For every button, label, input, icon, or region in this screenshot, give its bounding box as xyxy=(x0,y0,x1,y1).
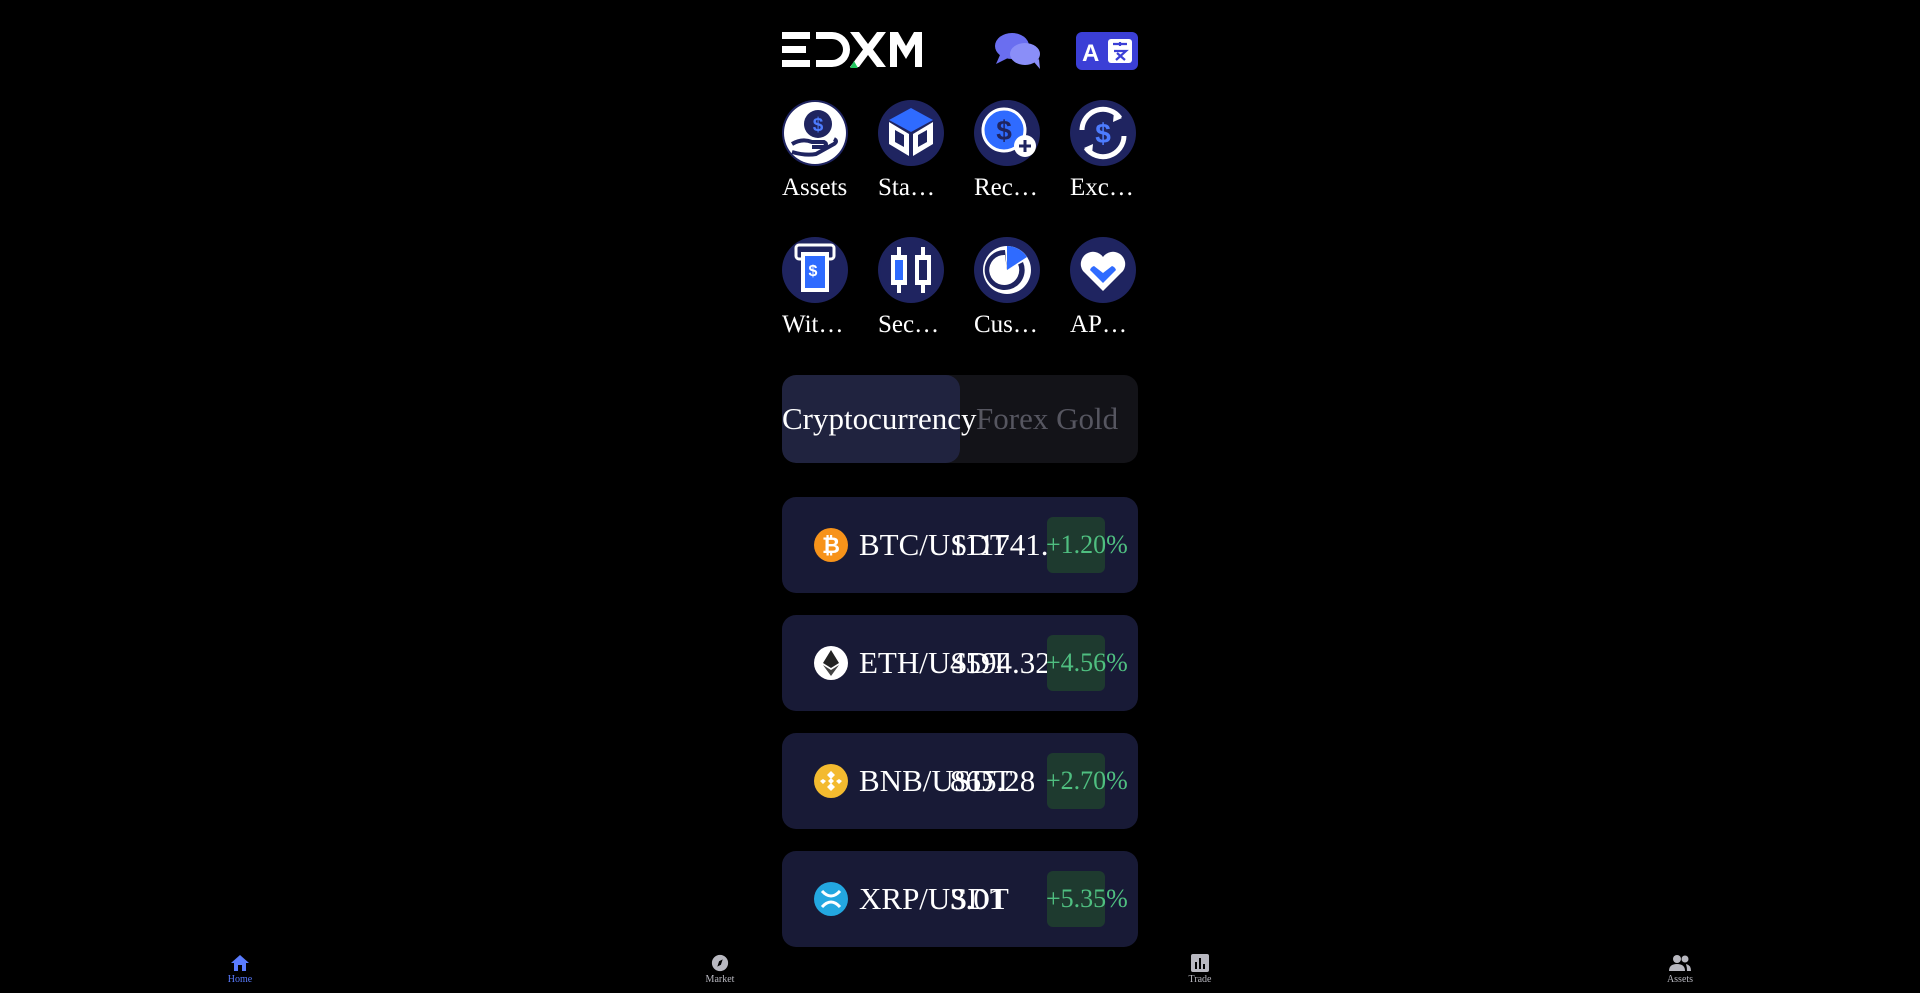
pie-icon xyxy=(974,237,1040,303)
ticker-price: 4594.32 xyxy=(950,645,1050,680)
svg-text:A: A xyxy=(1082,40,1099,67)
menu-label: Wit… xyxy=(782,311,844,338)
menu-label: AP… xyxy=(1070,311,1127,338)
header: A xyxy=(782,28,1138,72)
ethereum-icon xyxy=(814,646,848,680)
compass-icon xyxy=(711,954,729,972)
menu-item-exchange[interactable]: $ Exc… xyxy=(1070,100,1140,210)
menu-item-api[interactable]: AP… xyxy=(1070,237,1140,347)
edxm-logo xyxy=(782,32,922,68)
home-icon xyxy=(231,955,249,971)
tab-label: Cryptocurrency xyxy=(782,401,977,436)
ticker-change: +5.35% xyxy=(1046,884,1128,913)
ticker-row-eth[interactable]: ETH/USDT 4594.32 +4.56% xyxy=(782,615,1138,711)
nav-label: Market xyxy=(705,974,735,985)
withdraw-icon: $ xyxy=(782,237,848,303)
tab-forex-gold[interactable]: Forex Gold xyxy=(976,375,1118,463)
nav-label: Home xyxy=(227,974,253,985)
dollar-plus-icon: $ xyxy=(974,100,1040,166)
tab-cryptocurrency[interactable]: Cryptocurrency xyxy=(782,375,977,463)
xrp-icon xyxy=(814,882,848,916)
menu-label: Sec… xyxy=(878,311,940,338)
ticker-price: 3.01 xyxy=(950,881,1005,916)
ticker-price: 865.28 xyxy=(950,763,1036,798)
menu-item-withdraw[interactable]: $ Wit… xyxy=(782,237,852,347)
ticker-row-btc[interactable]: ₿ BTC/USDT 111741. +1.20% xyxy=(782,497,1138,593)
language-icon[interactable]: A xyxy=(1076,32,1138,70)
tab-label: Forex Gold xyxy=(976,401,1119,436)
bitcoin-icon: ₿ xyxy=(814,528,848,562)
market-tabs: Cryptocurrency Forex Gold xyxy=(782,375,1138,463)
menu-label: Cus… xyxy=(974,311,1038,338)
svg-text:$: $ xyxy=(813,115,824,136)
menu-item-assets[interactable]: $ Assets xyxy=(782,100,852,210)
svg-text:$: $ xyxy=(809,263,818,280)
menu-label: Exc… xyxy=(1070,174,1134,201)
cube-icon xyxy=(878,100,944,166)
bottom-nav: Home Market Trade Assets xyxy=(0,948,1920,993)
nav-label: Trade xyxy=(1188,974,1212,985)
menu-item-security[interactable]: Sec… xyxy=(878,237,948,347)
menu-item-customer-service[interactable]: Cus… xyxy=(974,237,1044,347)
menu-item-recharge[interactable]: $ Rec… xyxy=(974,100,1044,210)
menu-label: Assets xyxy=(782,174,848,201)
ticker-row-xrp[interactable]: XRP/USDT 3.01 +5.35% xyxy=(782,851,1138,947)
bnb-icon xyxy=(814,764,848,798)
menu-label: Rec… xyxy=(974,174,1038,201)
menu-label: Sta… xyxy=(878,174,935,201)
exchange-icon: $ xyxy=(1070,100,1136,166)
ticker-price: 111741. xyxy=(950,527,1049,562)
users-icon xyxy=(1669,955,1691,971)
candlestick-icon xyxy=(878,237,944,303)
ticker-change: +1.20% xyxy=(1046,530,1128,559)
ticker-row-bnb[interactable]: BNB/USDT 865.28 +2.70% xyxy=(782,733,1138,829)
nav-market[interactable]: Market xyxy=(680,954,760,985)
nav-label: Assets xyxy=(1666,974,1694,985)
heart-icon xyxy=(1070,237,1136,303)
svg-text:$: $ xyxy=(996,115,1012,146)
ticker-change: +4.56% xyxy=(1046,648,1128,677)
nav-home[interactable]: Home xyxy=(200,954,280,985)
nav-trade[interactable]: Trade xyxy=(1160,954,1240,985)
menu-item-staking[interactable]: Sta… xyxy=(878,100,948,210)
chat-icon[interactable] xyxy=(992,30,1044,70)
hand-coin-icon: $ xyxy=(782,100,848,166)
nav-assets[interactable]: Assets xyxy=(1640,954,1720,985)
svg-text:$: $ xyxy=(1095,118,1111,149)
chart-icon xyxy=(1191,954,1209,972)
svg-text:₿: ₿ xyxy=(822,533,840,558)
ticker-change: +2.70% xyxy=(1046,766,1128,795)
